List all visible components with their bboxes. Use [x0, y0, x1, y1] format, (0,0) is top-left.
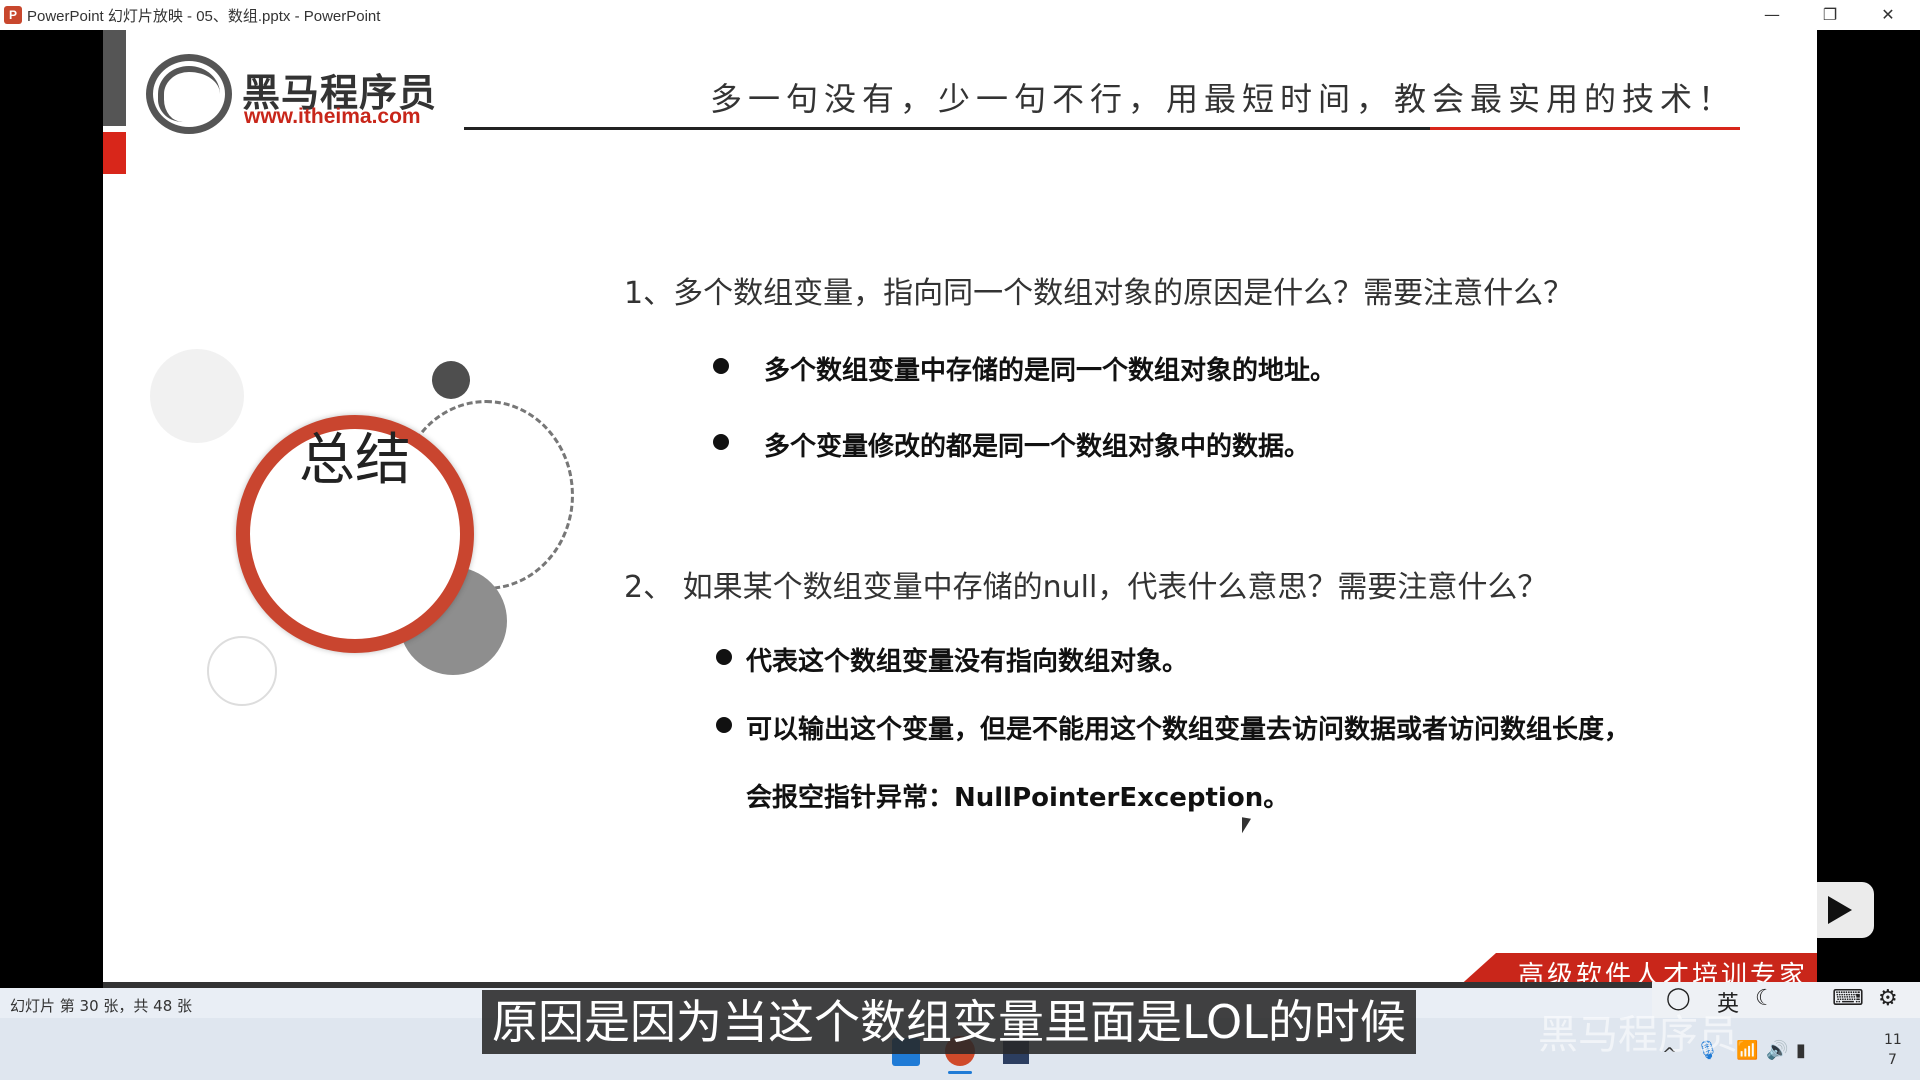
- restore-button[interactable]: ❐: [1810, 2, 1850, 28]
- slide-left-red-bar: [103, 132, 126, 174]
- clock-line-1[interactable]: 11: [1884, 1032, 1902, 1048]
- wifi-icon[interactable]: 📶: [1736, 1040, 1758, 1061]
- moon-icon[interactable]: ☾: [1755, 986, 1775, 1011]
- video-subtitle: 原因是因为当这个数组变量里面是LOL的时候: [482, 990, 1416, 1054]
- question-2: 2、 如果某个数组变量中存储的null，代表什么意思？需要注意什么？: [624, 570, 1548, 605]
- keyboard-icon[interactable]: ⌨: [1832, 986, 1864, 1011]
- horse-logo-icon: [158, 66, 220, 122]
- slide-left-bar: [103, 30, 126, 126]
- question-1: 1、多个数组变量，指向同一个数组对象的原因是什么？需要注意什么？: [624, 276, 1574, 311]
- bullet-dot: [716, 717, 732, 733]
- decor-circle-light: [150, 349, 244, 443]
- q1-bullet-2: 多个变量修改的都是同一个数组对象中的数据。: [764, 432, 1311, 462]
- q2-bullet-2: 可以输出这个变量，但是不能用这个数组变量去访问数据或者访问数组长度，: [746, 715, 1631, 745]
- summary-label: 总结: [299, 428, 411, 493]
- slide-counter: 幻灯片 第 30 张，共 48 张: [10, 997, 193, 1015]
- powerpoint-icon: P: [4, 6, 22, 24]
- play-icon: [1828, 896, 1852, 924]
- clock-line-2[interactable]: 7: [1888, 1052, 1897, 1068]
- active-app-indicator: [948, 1071, 972, 1074]
- q2-bullet-2-cont: 会报空指针异常：NullPointerException。: [746, 783, 1290, 813]
- q1-bullet-1: 多个数组变量中存储的是同一个数组对象的地址。: [764, 356, 1337, 386]
- gear-icon[interactable]: ⚙: [1878, 986, 1898, 1011]
- header-divider-accent: [1430, 127, 1740, 130]
- logo-url: www.itheima.com: [244, 105, 421, 128]
- window-title: PowerPoint 幻灯片放映 - 05、数组.pptx - PowerPoi…: [27, 8, 381, 25]
- battery-icon[interactable]: ▮: [1796, 1040, 1806, 1061]
- slide-slogan: 多一句没有，少一句不行，用最短时间，教会最实用的技术！: [710, 80, 1737, 118]
- bullet-dot: [713, 358, 729, 374]
- close-button[interactable]: ✕: [1868, 2, 1908, 28]
- decor-circle-dark: [432, 361, 470, 399]
- q2-bullet-1: 代表这个数组变量没有指向数组对象。: [746, 647, 1189, 677]
- mouse-cursor-icon: [1242, 817, 1251, 835]
- bullet-dot: [716, 649, 732, 665]
- video-watermark: 黑马程序员: [1538, 1012, 1738, 1058]
- volume-icon[interactable]: 🔊: [1766, 1040, 1788, 1061]
- bullet-dot: [713, 434, 729, 450]
- minimize-button[interactable]: —: [1752, 2, 1792, 28]
